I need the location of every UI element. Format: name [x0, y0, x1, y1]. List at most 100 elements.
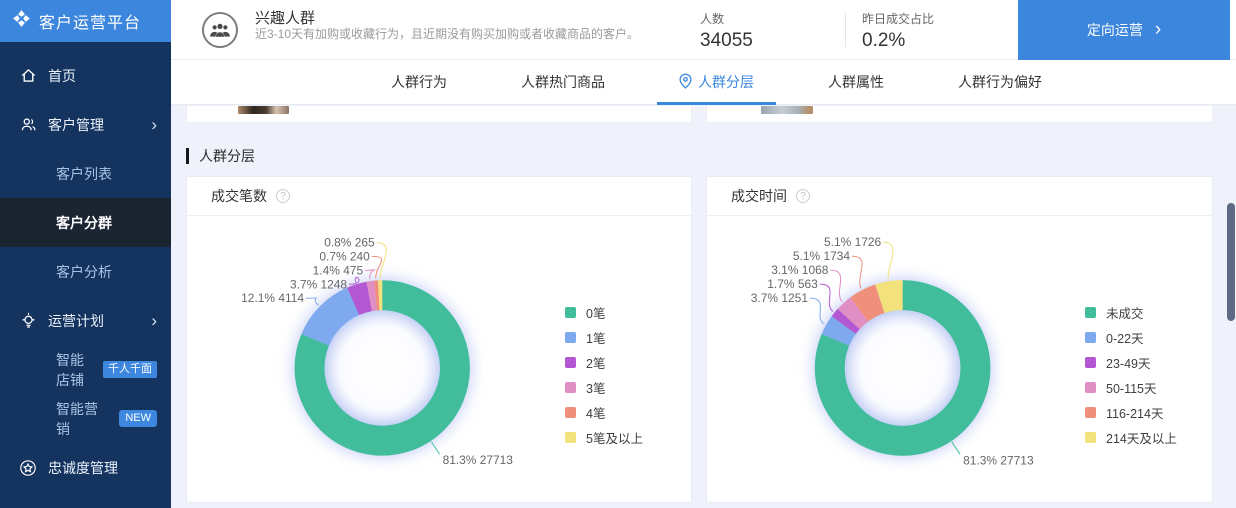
deal-count-card: 成交笔数 ? 0.8% 2650.7% 2401.4% 4753.7% 1248…	[186, 176, 692, 503]
previous-section-card-remnant	[186, 106, 692, 123]
legend-label: 116-214天	[1106, 403, 1163, 422]
stat-value: 0.2%	[862, 30, 934, 52]
legend-swatch-icon	[565, 407, 576, 418]
sidebar-item-customer-list[interactable]: 客户列表	[0, 149, 171, 198]
slice-label: 1.4% 475	[313, 263, 364, 277]
sidebar-item-label: 忠诚度管理	[48, 458, 118, 478]
legend-item[interactable]: 5笔及以上	[565, 425, 643, 450]
previous-section-card-remnant	[706, 106, 1213, 123]
slice-label: 81.3% 27713	[963, 453, 1034, 467]
legend-label: 0-22天	[1106, 328, 1144, 347]
legend-item[interactable]: 50-115天	[1085, 375, 1177, 400]
legend-swatch-icon	[1085, 382, 1096, 393]
slice-label: 3.7% 1251	[751, 291, 809, 305]
stat-label: 人数	[700, 10, 753, 27]
section-title: 人群分层	[199, 146, 255, 166]
app-logo: 客户运营平台	[0, 0, 171, 42]
sidebar-item-customer-segment[interactable]: 客户分群	[0, 198, 171, 247]
sidebar-item-label: 智能营销	[56, 399, 109, 439]
legend-item[interactable]: 0-22天	[1085, 325, 1177, 350]
chevron-right-icon: ›	[151, 116, 157, 133]
legend-swatch-icon	[565, 332, 576, 343]
deal-time-card: 成交时间 ? 5.1% 17265.1% 17343.1% 10681.7% 5…	[706, 176, 1213, 503]
targeted-operation-label: 定向运营	[1087, 20, 1143, 40]
sidebar-nav: 首页 客户管理 › 客户列表 客户分群 客户分析	[0, 51, 171, 492]
app-window: 客户运营平台 首页 客户管理 › 客户列表 客户分群	[0, 0, 1236, 508]
tab-crowd-behavior[interactable]: 人群行为	[369, 60, 469, 104]
tab-label: 人群热门商品	[521, 72, 605, 92]
sidebar-item-customer-analysis[interactable]: 客户分析	[0, 247, 171, 296]
help-icon[interactable]: ?	[276, 189, 290, 203]
legend-item[interactable]: 1笔	[565, 325, 643, 350]
legend-swatch-icon	[1085, 307, 1096, 318]
slice-label: 3.7% 1248	[290, 277, 347, 291]
tab-crowd-hot-products[interactable]: 人群热门商品	[499, 60, 627, 104]
pinwheel-logo-icon	[12, 9, 31, 33]
tab-label: 人群行为偏好	[958, 72, 1042, 92]
tab-crowd-layering[interactable]: 人群分层	[657, 60, 776, 104]
legend-label: 4笔	[586, 403, 605, 422]
vertical-scrollbar-thumb[interactable]	[1227, 203, 1235, 321]
legend-label: 0笔	[586, 303, 605, 322]
legend-item[interactable]: 未成交	[1085, 300, 1177, 325]
legend-item[interactable]: 4笔	[565, 400, 643, 425]
stat-people-count: 人数 34055	[700, 10, 753, 52]
slice-label: 5.1% 1734	[793, 249, 851, 263]
label-leader-line	[365, 270, 375, 279]
card-header: 成交时间 ?	[707, 177, 1212, 216]
targeted-operation-button[interactable]: 定向运营 ›	[1018, 0, 1230, 60]
sidebar-item-label: 智能店铺	[56, 350, 93, 390]
segment-description: 近3-10天有加购或收藏行为，且近期没有购买加购或者收藏商品的客户。	[255, 27, 643, 42]
tab-crowd-behavior-preference[interactable]: 人群行为偏好	[936, 60, 1064, 104]
sidebar-item-label: 客户管理	[48, 115, 104, 135]
app-title: 客户运营平台	[39, 9, 141, 33]
chart-legend: 0笔 1笔2笔 3笔 4笔 5笔及以上	[565, 300, 643, 450]
help-icon[interactable]: ?	[796, 189, 810, 203]
segment-header: 兴趣人群 近3-10天有加购或收藏行为，且近期没有购买加购或者收藏商品的客户。 …	[171, 0, 1236, 60]
sidebar-item-loyalty-management[interactable]: 忠诚度管理	[0, 443, 171, 492]
slice-label: 81.3% 27713	[443, 453, 514, 467]
legend-swatch-icon	[1085, 432, 1096, 443]
tab-bar: 人群行为 人群热门商品 人群分层 人群属性 人群行为偏好	[171, 60, 1236, 105]
sidebar-item-home[interactable]: 首页	[0, 51, 171, 100]
deal-time-donut-area: 5.1% 17265.1% 17343.1% 10681.7% 5633.7% …	[707, 216, 1212, 502]
legend-item[interactable]: 3笔	[565, 375, 643, 400]
lightbulb-icon	[18, 311, 38, 331]
legend-label: 214天及以上	[1106, 428, 1177, 447]
slice-label: 5.1% 1726	[824, 235, 882, 249]
legend-item[interactable]: 2笔	[565, 350, 643, 375]
card-title: 成交笔数	[211, 186, 267, 206]
sidebar-item-label: 客户分析	[56, 262, 112, 282]
legend-item[interactable]: 116-214天	[1085, 400, 1177, 425]
sidebar-item-label: 客户列表	[56, 164, 112, 184]
label-leader-line	[349, 277, 359, 284]
stat-deal-ratio: 昨日成交占比 0.2%	[862, 10, 934, 52]
legend-item[interactable]: 23-49天	[1085, 350, 1177, 375]
legend-label: 3笔	[586, 378, 605, 397]
section-title-bar	[186, 148, 189, 164]
sidebar-item-smart-store[interactable]: 智能店铺 千人千面	[0, 345, 171, 394]
section-header: 人群分层	[186, 146, 255, 166]
slice-label: 0.7% 240	[319, 249, 370, 263]
qianren-badge: 千人千面	[103, 361, 157, 378]
label-leader-line	[852, 256, 862, 288]
product-image-remnant	[238, 106, 289, 114]
label-leader-line	[883, 242, 893, 279]
tab-crowd-attributes[interactable]: 人群属性	[806, 60, 906, 104]
legend-item[interactable]: 0笔	[565, 300, 643, 325]
sidebar-item-customer-management[interactable]: 客户管理 ›	[0, 100, 171, 149]
label-leader-line	[306, 298, 318, 305]
legend-label: 5笔及以上	[586, 428, 643, 447]
legend-item[interactable]: 214天及以上	[1085, 425, 1177, 450]
legend-label: 未成交	[1106, 303, 1144, 322]
legend-swatch-icon	[1085, 407, 1096, 418]
sidebar-item-label: 运营计划	[48, 311, 104, 331]
tab-label: 人群属性	[828, 72, 884, 92]
tab-label: 人群分层	[698, 72, 754, 92]
sidebar-item-smart-marketing[interactable]: 智能营销 NEW	[0, 394, 171, 443]
sidebar-item-operation-plan[interactable]: 运营计划 ›	[0, 296, 171, 345]
legend-swatch-icon	[1085, 332, 1096, 343]
users-icon	[18, 115, 38, 135]
legend-swatch-icon	[1085, 357, 1096, 368]
chart-legend: 未成交 0-22天 23-49天50-115天 116-214天 214天及以上	[1085, 300, 1177, 450]
